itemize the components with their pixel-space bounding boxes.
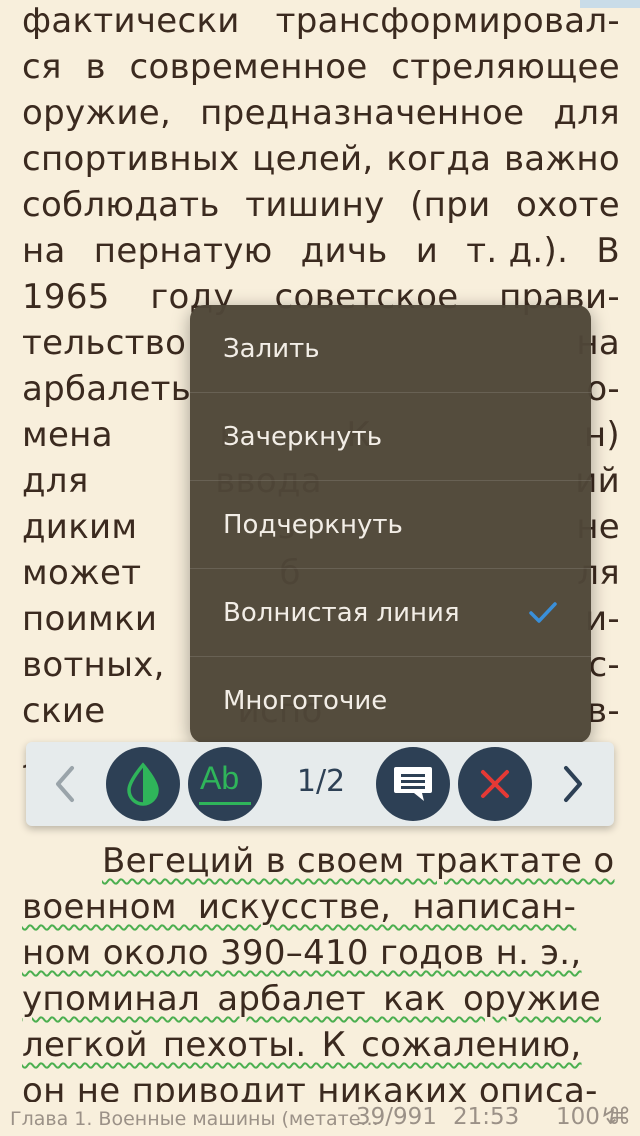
text-line: Вегеций в своем трактате о	[22, 838, 620, 884]
status-bar: Глава 1. Военные машины (метате... 39/99…	[0, 1102, 640, 1136]
command-icon[interactable]: ⌘	[608, 1104, 631, 1130]
text-word: может	[22, 553, 142, 593]
clock: 21:53	[453, 1104, 520, 1130]
chapter-title[interactable]: Глава 1. Военные машины (метате...	[10, 1108, 379, 1130]
annotation-counter: 1/2	[296, 764, 346, 799]
text-style-label: Ab	[200, 760, 240, 796]
menu-item-fill[interactable]: Залить	[190, 305, 591, 393]
text-word: мена	[22, 415, 113, 455]
highlighted-text[interactable]: ном около 390–410 годов н. э.,	[22, 930, 582, 976]
menu-item-label: Многоточие	[223, 685, 388, 716]
chevron-left-icon[interactable]	[50, 764, 80, 804]
text-word: в-	[587, 691, 620, 731]
text-line: на пернатую дичь и т. д.). В	[22, 228, 620, 274]
text-word: тишину	[245, 185, 385, 225]
text-word: о-	[586, 369, 620, 409]
text-word: арбалеть	[22, 369, 192, 409]
text-word: стреляющее	[391, 47, 620, 87]
text-word: спортивных	[22, 139, 240, 179]
annotation-toolbar: Ab 1/2	[26, 742, 614, 826]
text-word: для	[22, 461, 89, 501]
note-button[interactable]	[376, 747, 450, 821]
menu-item-underline[interactable]: Подчеркнуть	[190, 481, 591, 569]
text-word: соблюдать	[22, 185, 220, 225]
chevron-right-icon[interactable]	[558, 764, 588, 804]
underline-bar	[199, 802, 251, 805]
text-word: важно	[503, 139, 620, 179]
menu-item-ellipsis[interactable]: Многоточие	[190, 657, 591, 743]
text-word: в	[85, 47, 106, 87]
text-word: фактически	[22, 1, 240, 41]
menu-item-wavy-line[interactable]: Волнистая линия	[190, 569, 591, 657]
highlighted-text[interactable]: легкой пехоты. К сожалению,	[22, 1022, 582, 1068]
page-counter: 39/991	[356, 1104, 437, 1130]
text-word: В	[596, 231, 620, 271]
text-word: ся	[22, 47, 62, 87]
text-word: охоте	[516, 185, 620, 225]
text-word: предназначенное	[200, 93, 525, 133]
text-line: соблюдать тишину (при охоте	[22, 182, 620, 228]
text-word: пернатую	[93, 231, 273, 271]
text-line: ном около 390–410 годов н. э.,	[22, 930, 620, 976]
checkmark-icon	[529, 601, 557, 623]
comment-icon	[394, 767, 432, 801]
text-line: спортивных целей, когда важно	[22, 136, 620, 182]
menu-item-label: Подчеркнуть	[223, 509, 403, 540]
text-word: тельство	[22, 323, 187, 363]
reader-text-lower: Вегеций в своем трактате о военном искус…	[22, 838, 620, 1114]
text-word: современное	[129, 47, 368, 87]
menu-item-strikethrough[interactable]: Зачеркнуть	[190, 393, 591, 481]
text-word: оружие,	[22, 93, 172, 133]
menu-item-label: Волнистая линия	[223, 597, 460, 628]
text-word: дичь	[300, 231, 388, 271]
text-line: фактически трансформировал-	[22, 0, 620, 44]
highlighted-text[interactable]: военном искусстве, написан-	[22, 884, 576, 930]
text-line: военном искусстве, написан-	[22, 884, 620, 930]
color-button[interactable]	[106, 747, 180, 821]
text-word: ские	[22, 691, 106, 731]
text-word: и	[415, 231, 439, 271]
close-icon	[481, 770, 509, 798]
text-line: легкой пехоты. К сожалению,	[22, 1022, 620, 1068]
text-word: когда	[386, 139, 492, 179]
highlighted-text[interactable]: Вегеций в своем трактате о	[102, 838, 614, 884]
droplet-icon	[127, 762, 159, 806]
text-word: для	[553, 93, 620, 133]
text-word: диким	[22, 507, 138, 547]
text-word: т. д.).	[466, 231, 569, 271]
delete-button[interactable]	[458, 747, 532, 821]
text-word: трансформировал-	[275, 1, 620, 41]
text-word: целей,	[252, 139, 374, 179]
menu-item-label: Зачеркнуть	[223, 421, 383, 452]
menu-item-label: Залить	[223, 333, 320, 364]
text-style-button[interactable]: Ab	[188, 747, 262, 821]
text-word: с-	[588, 645, 620, 685]
text-line: ся в современное стреляющее	[22, 44, 620, 90]
text-word: на	[22, 231, 66, 271]
text-line: оружие, предназначенное для	[22, 90, 620, 136]
reader-page: фактически трансформировал-ся в современное…	[0, 0, 640, 1136]
text-line: упоминал арбалет как оружие	[22, 976, 620, 1022]
text-word: 1965	[22, 277, 110, 317]
highlight-style-menu: Залить Зачеркнуть Подчеркнуть Волнистая …	[190, 305, 591, 743]
text-word: вотных,	[22, 645, 165, 685]
text-word: (при	[410, 185, 491, 225]
highlighted-text[interactable]: упоминал арбалет как оружие	[22, 976, 601, 1022]
text-word: поимки	[22, 599, 158, 639]
